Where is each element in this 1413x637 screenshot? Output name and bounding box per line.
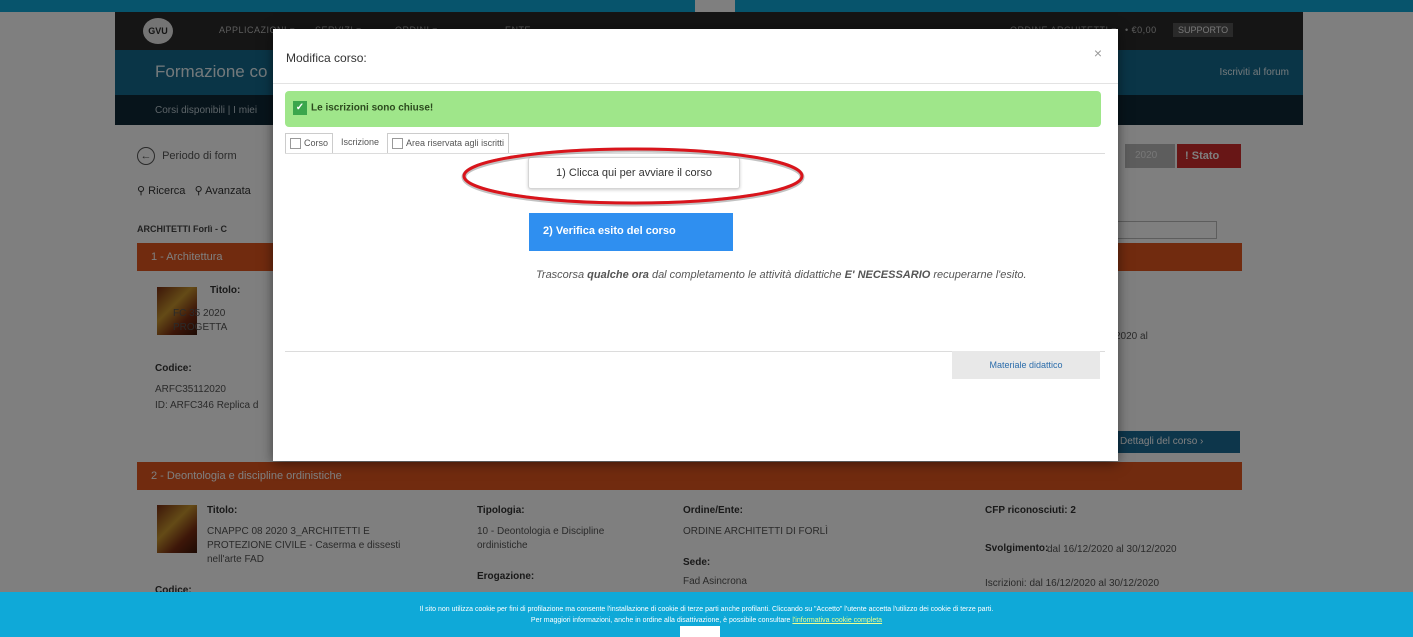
tab-iscrizione-label: Iscrizione bbox=[341, 137, 380, 147]
cookie-text-2-body: Per maggiori informazioni, anche in ordi… bbox=[530, 617, 791, 624]
cookie-text-2: Per maggiori informazioni, anche in ordi… bbox=[0, 615, 1413, 626]
annotation-ring bbox=[461, 147, 805, 207]
tab-corso-label: Corso bbox=[304, 138, 329, 148]
verify-course-result-button[interactable]: 2) Verifica esito del corso bbox=[529, 213, 733, 251]
registration-closed-alert: ✓ Le iscrizioni sono chiuse! bbox=[285, 91, 1101, 127]
accept-cookies-button[interactable] bbox=[680, 626, 720, 637]
note-emphasis-2: E' NECESSARIO bbox=[844, 269, 931, 281]
checkmark-icon: ✓ bbox=[293, 101, 307, 115]
teaching-material-button[interactable]: Materiale didattico bbox=[952, 351, 1100, 379]
note-text-2: dal completamento le attività didattiche bbox=[648, 269, 845, 281]
edit-course-modal: Modifica corso: × ✓ Le iscrizioni sono ch… bbox=[273, 29, 1118, 461]
alert-text: Le iscrizioni sono chiuse! bbox=[311, 102, 434, 114]
divider bbox=[273, 83, 1118, 84]
cookie-policy-link[interactable]: l'informativa cookie completa bbox=[792, 617, 882, 624]
note-emphasis-1: qualche ora bbox=[587, 269, 649, 281]
note-text-3: recuperarne l'esito. bbox=[930, 269, 1027, 281]
close-icon[interactable]: × bbox=[1094, 45, 1102, 61]
cookie-text-1: Il sito non utilizza cookie per fini di … bbox=[419, 606, 994, 613]
note-text-1: Trascorsa bbox=[536, 269, 588, 281]
instructions-note: Trascorsa qualche ora dal completamento … bbox=[536, 265, 1076, 285]
image-icon bbox=[392, 138, 404, 150]
image-icon bbox=[290, 138, 301, 150]
tab-corso[interactable]: Corso bbox=[285, 133, 334, 153]
tab-iscrizione[interactable]: Iscrizione bbox=[337, 133, 384, 153]
modal-title: Modifica corso: bbox=[286, 51, 367, 65]
cookie-banner: Il sito non utilizza cookie per fini di … bbox=[0, 592, 1413, 637]
